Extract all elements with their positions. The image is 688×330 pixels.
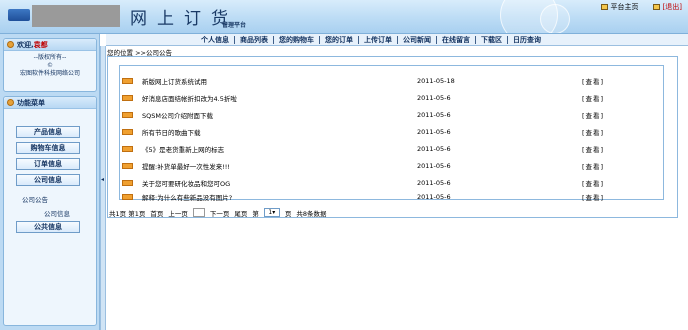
copyright-block: --版权所有-- © 宏图软件科技网络公司 [4,51,96,78]
new-badge-icon [122,145,133,152]
pagination-bar: 共1页 第1页 首页 上一页 下一页 尾页 第 1 ▾ 页 共8条数据 [109,207,678,218]
copyright-title: --版权所有-- [33,54,67,61]
announcement-title[interactable]: 所有节日的歌曲下载 [142,127,201,137]
announcement-date: 2011-05-6 [417,161,451,170]
function-menu-title: 功能菜单 [17,98,45,107]
list-item: 所有节日的歌曲下载 2011-05-6 [查看] [120,123,665,140]
announcement-title[interactable]: 关于您可要研化妆品和您可OG [142,178,230,188]
list-item: 解释:为什么有些新品没有图片? 2011-05-6 [查看] [120,188,665,205]
list-item: 提醒:补货单最好一次性发来!!! 2011-05-6 [查看] [120,157,665,174]
list-item: 新版网上订货系统试用 2011-05-18 [查看] [120,72,665,89]
last-page-link[interactable]: 尾页 [234,208,247,218]
new-badge-icon [122,94,133,101]
logout-link-label: [退出] [662,3,682,11]
prev-page-link[interactable]: 上一页 [168,208,188,218]
view-link[interactable]: [查看] [582,178,604,188]
nav-shopping-cart[interactable]: 您的购物车 [274,35,320,44]
announcement-date: 2011-05-6 [417,127,451,136]
user-icon [7,41,14,48]
announcement-title[interactable]: 《5》是老货重新上网的标志 [142,144,224,154]
submenu-company-information[interactable]: 公司信息 [44,208,70,218]
home-icon [600,4,608,10]
welcome-panel: 欢迎, 袁都 --版权所有-- © 宏图软件科技网络公司 [3,38,97,92]
list-item: 《5》是老货重新上网的标志 2011-05-6 [查看] [120,140,665,157]
announcement-date: 2011-05-18 [417,76,455,85]
welcome-header: 欢迎, 袁都 [4,39,96,51]
view-link[interactable]: [查看] [582,144,604,154]
brand-subtitle: 管理平台 [222,22,247,29]
logo-placeholder [32,5,120,27]
logout-icon [652,4,660,10]
submenu-company-announcements[interactable]: 公司公告 [22,194,48,204]
main-nav: 个人信息 商品列表 您的购物车 您的订单 上传订单 公司新闻 在线留言 下载区 … [106,34,688,46]
logout-link[interactable]: [退出] [652,2,682,12]
sidebar: 欢迎, 袁都 --版权所有-- © 宏图软件科技网络公司 功能菜单 产品信息 购… [0,34,100,330]
announcement-title[interactable]: 解释:为什么有些新品没有图片? [142,192,232,202]
nav-upload-order[interactable]: 上传订单 [359,35,398,44]
new-badge-icon [122,162,133,169]
app-header: 网上订货 管理平台 平台主页 [退出] [0,0,688,34]
announcement-date: 2011-05-6 [417,178,451,187]
menu-public-info[interactable]: 公共信息 [16,221,80,233]
logo-icon [8,9,30,21]
menu-product-info[interactable]: 产品信息 [16,126,80,138]
menu-order-info[interactable]: 订单信息 [16,158,80,170]
view-link[interactable]: [查看] [582,110,604,120]
new-badge-icon [122,111,133,118]
view-link[interactable]: [查看] [582,192,604,202]
announcement-title[interactable]: 提醒:补货单最好一次性发来!!! [142,161,230,171]
copyright-company: 宏图软件科技网络公司 [19,70,80,77]
sidebar-collapse-bar[interactable]: ◂ [100,46,106,330]
announcement-title[interactable]: 好消息店面结帐折扣改为4.5折啦 [142,93,237,103]
nav-calendar[interactable]: 日历查询 [508,36,546,44]
home-link-label: 平台主页 [610,3,639,11]
top-links: 平台主页 [退出] [600,2,682,12]
new-badge-icon [122,179,133,186]
page-jump-input[interactable] [192,208,205,217]
view-link[interactable]: [查看] [582,76,604,86]
goto-suffix: 页 [284,209,292,218]
welcome-prefix: 欢迎, [17,40,34,49]
list-item: SQSM公司介绍附面下载 2011-05-6 [查看] [120,106,665,123]
announcement-date: 2011-05-6 [417,192,451,201]
announcement-date: 2011-05-6 [417,144,451,153]
nav-product-list[interactable]: 商品列表 [235,35,274,44]
collapse-arrow-icon: ◂ [101,176,105,183]
announcement-title[interactable]: SQSM公司介绍附面下载 [142,110,213,120]
view-link[interactable]: [查看] [582,161,604,171]
total-records: 共8条数据 [296,209,327,218]
menu-company-info[interactable]: 公司信息 [16,174,80,186]
function-menu-header: 功能菜单 [4,97,96,109]
announcement-date: 2011-05-6 [417,93,451,102]
welcome-user: 袁都 [33,40,48,49]
next-page-link[interactable]: 下一页 [210,208,230,218]
view-link[interactable]: [查看] [582,93,604,103]
menu-cart-info[interactable]: 购物车信息 [16,142,80,154]
new-badge-icon [122,77,133,84]
list-item: 好消息店面结帐折扣改为4.5折啦 2011-05-6 [查看] [120,89,665,106]
view-link[interactable]: [查看] [582,127,604,137]
nav-company-news[interactable]: 公司新闻 [398,35,437,44]
announcement-date: 2011-05-6 [417,110,451,119]
goto-prefix: 第 [252,209,259,218]
nav-download[interactable]: 下载区 [476,35,508,44]
nav-online-message[interactable]: 在线留言 [437,35,476,44]
first-page-link[interactable]: 首页 [150,208,163,218]
satellite-dish-decoration [540,4,570,33]
new-badge-icon [122,193,133,200]
menu-icon [7,99,14,106]
announcement-panel: 新版网上订货系统试用 2011-05-18 [查看] 好消息店面结帐折扣改为4.… [107,56,678,218]
announcement-title[interactable]: 新版网上订货系统试用 [142,76,207,86]
home-link[interactable]: 平台主页 [600,2,639,12]
announcement-list: 新版网上订货系统试用 2011-05-18 [查看] 好消息店面结帐折扣改为4.… [119,65,665,202]
copyright-symbol: © [47,62,53,69]
page-summary: 共1页 第1页 [109,209,146,218]
page-select-value: 1 [268,209,273,216]
nav-personal-info[interactable]: 个人信息 [196,35,235,44]
new-badge-icon [122,128,133,135]
nav-your-orders[interactable]: 您的订单 [320,35,359,44]
page-select[interactable]: 1 ▾ [263,208,280,217]
